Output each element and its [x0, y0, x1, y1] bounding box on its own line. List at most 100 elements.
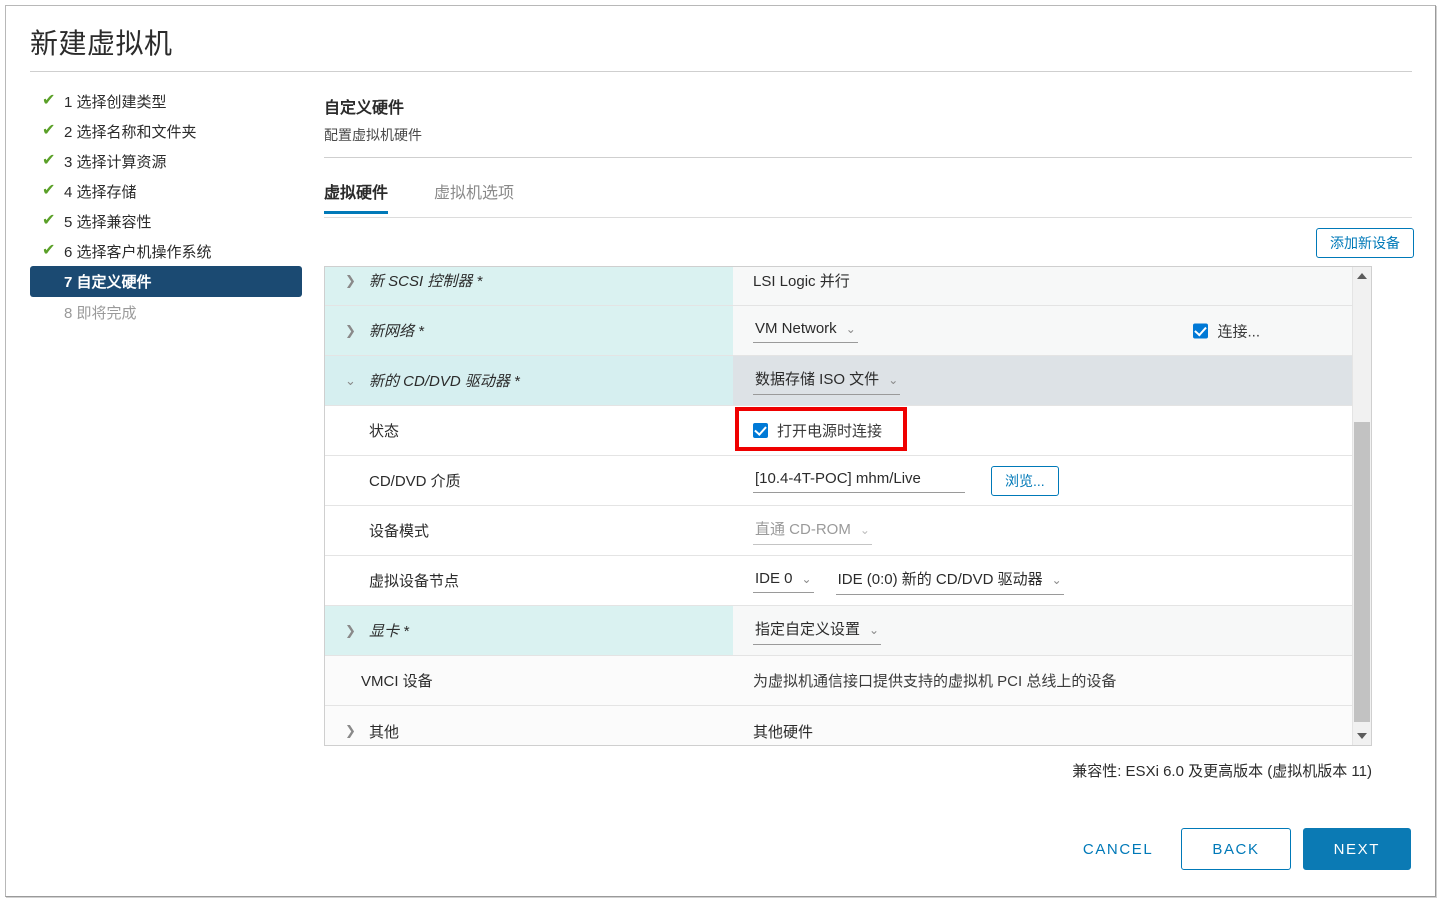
section-divider	[324, 157, 1412, 158]
scroll-down-arrow-icon[interactable]	[1353, 727, 1371, 745]
row-label: 新的 CD/DVD 驱动器 *	[369, 373, 520, 390]
check-icon: ✔	[42, 242, 56, 259]
chevron-right-icon[interactable]: ❯	[345, 323, 361, 339]
dropdown-value: 数据存储 ISO 文件	[755, 371, 880, 388]
row-value-cell: 数据存储 ISO 文件 ⌄	[733, 356, 1353, 405]
row-label-cell[interactable]: ⌄ 新的 CD/DVD 驱动器 *	[325, 356, 733, 405]
row-value: 为虚拟机通信接口提供支持的虚拟机 PCI 总线上的设备	[753, 673, 1117, 690]
section-title: 自定义硬件	[324, 100, 405, 117]
sidebar-item-step-3[interactable]: ✔ 3 选择计算资源	[30, 146, 302, 176]
sidebar-item-step-4[interactable]: ✔ 4 选择存储	[30, 176, 302, 206]
chevron-right-icon[interactable]: ❯	[345, 723, 361, 739]
row-value-cell: 直通 CD-ROM ⌄	[733, 506, 1353, 555]
scroll-up-arrow-icon[interactable]	[1353, 267, 1371, 285]
chevron-right-icon[interactable]: ❯	[345, 623, 361, 639]
section-subtitle: 配置虚拟机硬件	[324, 127, 422, 143]
dialog-title-bar: 新建虚拟机	[6, 6, 1437, 72]
sidebar-item-step-5[interactable]: ✔ 5 选择兼容性	[30, 206, 302, 236]
back-button[interactable]: BACK	[1181, 828, 1291, 870]
tab-virtual-hardware[interactable]: 虚拟硬件	[324, 179, 389, 214]
hardware-rows: ❯ 新 SCSI 控制器 * LSI Logic 并行 ❯ 新网络 * VM N…	[325, 267, 1353, 745]
sidebar-item-label: 4 选择存储	[64, 183, 137, 201]
wizard-step-list: ✔ 1 选择创建类型 ✔ 2 选择名称和文件夹 ✔ 3 选择计算资源 ✔ 4 选…	[30, 86, 302, 327]
add-new-device-button[interactable]: 添加新设备	[1316, 228, 1414, 258]
table-row[interactable]: ❯ 新网络 * VM Network ⌄ 连接...	[325, 306, 1353, 356]
table-row[interactable]: ❯ 新 SCSI 控制器 * LSI Logic 并行	[325, 267, 1353, 306]
row-label-cell[interactable]: ❯ 其他	[325, 706, 733, 745]
row-value: 其他硬件	[753, 723, 814, 741]
network-dropdown[interactable]: VM Network ⌄	[753, 318, 858, 343]
virtual-node-device-dropdown[interactable]: IDE (0:0) 新的 CD/DVD 驱动器 ⌄	[835, 566, 1064, 595]
sidebar-item-label: 3 选择计算资源	[64, 153, 167, 171]
chevron-down-icon: ⌄	[801, 572, 812, 586]
connect-at-power-on-checkbox[interactable]: 打开电源时连接	[753, 420, 882, 441]
row-label-cell: 虚拟设备节点	[325, 556, 733, 605]
compatibility-text: 兼容性: ESXi 6.0 及更高版本 (虚拟机版本 11)	[1072, 763, 1372, 780]
dropdown-value: 直通 CD-ROM	[755, 521, 851, 538]
scrollbar-thumb[interactable]	[1354, 422, 1370, 722]
hardware-table-scrollbar[interactable]	[1352, 267, 1371, 745]
table-row[interactable]: ❯ 显卡 * 指定自定义设置 ⌄	[325, 606, 1353, 656]
next-button[interactable]: NEXT	[1302, 828, 1411, 870]
check-icon: ✔	[42, 182, 56, 199]
cddvd-source-dropdown[interactable]: 数据存储 ISO 文件 ⌄	[753, 366, 901, 395]
chevron-down-icon: ⌄	[1051, 573, 1062, 587]
sidebar-item-step-1[interactable]: ✔ 1 选择创建类型	[30, 86, 302, 116]
main-panel: 自定义硬件 配置虚拟机硬件 虚拟硬件 虚拟机选项 添加新设备 ❯ 新 SCSI …	[324, 94, 1414, 781]
browse-button[interactable]: 浏览...	[991, 465, 1059, 496]
cddvd-media-field[interactable]: [10.4-4T-POC] mhm/Live	[753, 468, 965, 493]
cancel-button[interactable]: CANCEL	[1069, 828, 1167, 870]
row-value-cell: 打开电源时连接	[733, 406, 1353, 455]
checkbox-checked-icon	[1193, 323, 1209, 338]
row-label-cell[interactable]: ❯ 新 SCSI 控制器 *	[325, 267, 733, 305]
row-label: 新网络 *	[369, 323, 425, 340]
sidebar-item-step-7[interactable]: 7 自定义硬件	[30, 266, 302, 297]
device-mode-dropdown: 直通 CD-ROM ⌄	[753, 516, 872, 545]
table-row[interactable]: ❯ 其他 其他硬件	[325, 706, 1353, 745]
row-value-cell: IDE 0 ⌄ IDE (0:0) 新的 CD/DVD 驱动器 ⌄	[733, 556, 1353, 605]
checkbox-label: 打开电源时连接	[777, 423, 883, 440]
row-label-cell: VMCI 设备	[325, 656, 733, 705]
new-vm-wizard-dialog: 新建虚拟机 ✔ 1 选择创建类型 ✔ 2 选择名称和文件夹 ✔ 3 选择计算资源…	[5, 5, 1436, 897]
table-row: VMCI 设备 为虚拟机通信接口提供支持的虚拟机 PCI 总线上的设备	[325, 656, 1353, 706]
row-label-cell: CD/DVD 介质	[325, 456, 733, 505]
sidebar-item-step-6[interactable]: ✔ 6 选择客户机操作系统	[30, 236, 302, 266]
chevron-down-icon: ⌄	[859, 523, 870, 537]
row-label: 虚拟设备节点	[369, 573, 460, 590]
dropdown-value: IDE (0:0) 新的 CD/DVD 驱动器	[837, 571, 1043, 588]
sidebar-item-label: 7 自定义硬件	[64, 274, 152, 291]
sidebar-item-step-8: 8 即将完成	[30, 297, 302, 327]
tab-vm-options[interactable]: 虚拟机选项	[434, 179, 514, 214]
row-label: CD/DVD 介质	[369, 473, 461, 490]
dropdown-value: 指定自定义设置	[755, 621, 861, 638]
sidebar-item-label: 2 选择名称和文件夹	[64, 123, 197, 141]
chevron-down-icon: ⌄	[869, 623, 880, 637]
row-label-cell[interactable]: ❯ 新网络 *	[325, 306, 733, 355]
chevron-down-icon: ⌄	[845, 322, 856, 336]
sidebar-item-label: 6 选择客户机操作系统	[64, 243, 212, 261]
video-card-dropdown[interactable]: 指定自定义设置 ⌄	[753, 616, 882, 645]
row-label: 新 SCSI 控制器 *	[369, 273, 483, 290]
network-connect-checkbox[interactable]: 连接...	[1193, 320, 1260, 341]
chevron-right-icon[interactable]: ❯	[345, 273, 361, 289]
virtual-node-controller-dropdown[interactable]: IDE 0 ⌄	[753, 568, 814, 593]
sidebar-item-step-2[interactable]: ✔ 2 选择名称和文件夹	[30, 116, 302, 146]
check-icon: ✔	[42, 92, 56, 109]
table-row: CD/DVD 介质 [10.4-4T-POC] mhm/Live 浏览...	[325, 456, 1353, 506]
sidebar-item-label: 1 选择创建类型	[64, 93, 167, 111]
add-device-row: 添加新设备	[324, 218, 1414, 266]
table-row[interactable]: ⌄ 新的 CD/DVD 驱动器 * 数据存储 ISO 文件 ⌄	[325, 356, 1353, 406]
chevron-down-icon[interactable]: ⌄	[345, 373, 361, 389]
sidebar-item-label: 8 即将完成	[64, 304, 137, 322]
row-value-cell: 指定自定义设置 ⌄	[733, 606, 1353, 655]
row-label-cell: 状态	[325, 406, 733, 455]
row-label: VMCI 设备	[361, 673, 433, 690]
row-value-cell: 为虚拟机通信接口提供支持的虚拟机 PCI 总线上的设备	[733, 656, 1353, 705]
row-label: 其他	[369, 723, 400, 741]
row-label-cell: 设备模式	[325, 506, 733, 555]
hardware-table: ❯ 新 SCSI 控制器 * LSI Logic 并行 ❯ 新网络 * VM N…	[324, 266, 1372, 746]
check-icon: ✔	[42, 122, 56, 139]
check-icon: ✔	[42, 212, 56, 229]
row-label-cell[interactable]: ❯ 显卡 *	[325, 606, 733, 655]
checkbox-label: 连接...	[1217, 323, 1260, 340]
